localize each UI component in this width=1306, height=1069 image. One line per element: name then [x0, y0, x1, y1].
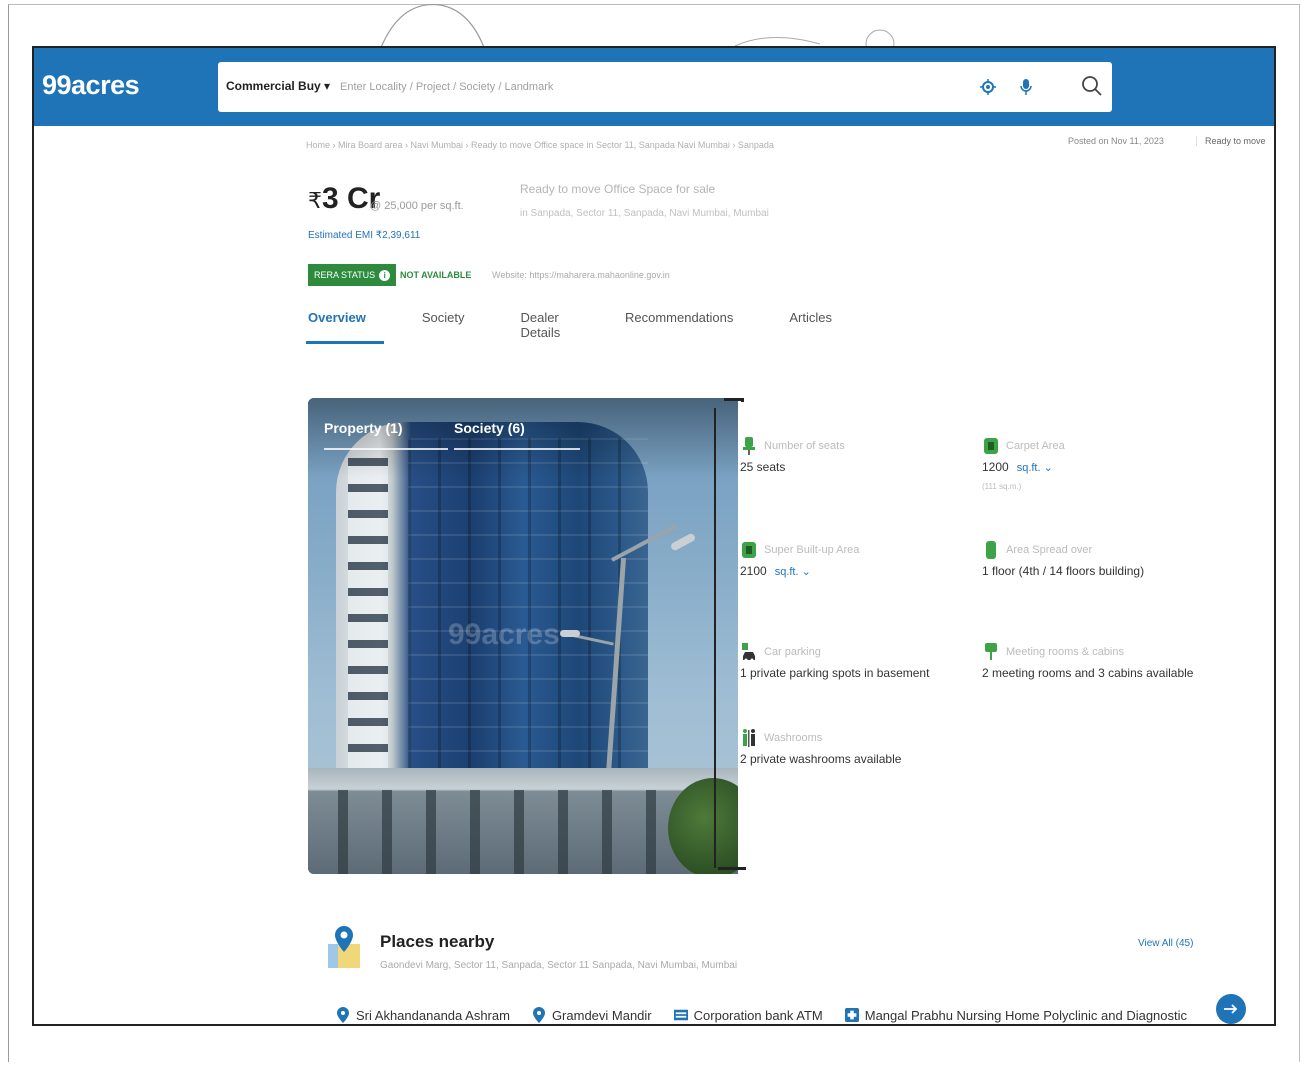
area-unit-dropdown[interactable]: sq.ft. ⌄	[1017, 462, 1053, 474]
hospital-icon	[844, 1008, 859, 1022]
place-chip[interactable]: Gramdevi Mandir	[532, 1003, 652, 1024]
map-pin-icon	[337, 1007, 349, 1023]
photo-gallery[interactable]: 99acres Property (1) Society (6)	[308, 398, 738, 874]
listing-title: Ready to move Office Space for sale	[520, 182, 716, 196]
search-icon[interactable]	[1078, 72, 1106, 100]
emi-estimate-link[interactable]: Estimated EMI ₹2,39,611	[308, 230, 420, 241]
places-map-icon	[328, 926, 360, 968]
places-address: Gaondevi Marg, Sector 11, Sanpada, Secto…	[380, 960, 738, 971]
site-logo[interactable]: 99acres	[42, 70, 140, 101]
breadcrumb[interactable]: Home › Mira Board area › Navi Mumbai › R…	[306, 140, 1051, 150]
possession-status: Ready to move	[1196, 136, 1266, 146]
info-icon: i	[379, 269, 391, 281]
rera-website[interactable]: Website: https://maharera.mahaonline.gov…	[492, 270, 670, 280]
gallery-tab-property[interactable]: Property (1)	[324, 420, 403, 436]
listing-address: in Sanpada, Sector 11, Sanpada, Navi Mum…	[520, 208, 769, 219]
map-pin-icon	[532, 1007, 545, 1023]
section-tabs: Overview Society Dealer Details Recommen…	[306, 300, 888, 348]
view-all-places-link[interactable]: View All (45)	[1138, 938, 1193, 949]
area-icon	[984, 438, 998, 454]
rera-status-badge[interactable]: RERA STATUS i	[308, 264, 397, 286]
location-target-icon[interactable]	[978, 76, 998, 98]
tab-overview[interactable]: Overview	[306, 300, 384, 344]
building-floors-icon	[986, 541, 996, 559]
tab-articles[interactable]: Articles	[789, 300, 832, 344]
arrow-right-icon	[1224, 1004, 1238, 1014]
rupee-icon: ₹	[308, 188, 322, 213]
microphone-icon[interactable]	[1016, 76, 1036, 98]
place-chip[interactable]: Sri Akhandananda Ashram	[336, 1003, 510, 1024]
atm-icon	[673, 1009, 688, 1021]
photo-watermark: 99acres	[448, 618, 560, 651]
tab-society[interactable]: Society	[422, 300, 465, 344]
area-unit-dropdown[interactable]: sq.ft. ⌄	[775, 566, 811, 578]
gallery-tab-society[interactable]: Society (6)	[454, 420, 525, 436]
price-per-sqft: @ 25,000 per sq.ft.	[370, 200, 464, 212]
nearby-places-list: Sri Akhandananda Ashram Gramdevi Mandir …	[336, 1003, 1236, 1024]
place-chip[interactable]: Mangal Prabhu Nursing Home Polyclinic an…	[844, 1003, 1187, 1024]
marker-bracket	[724, 398, 744, 402]
search-input[interactable]	[340, 74, 960, 100]
search-type-dropdown[interactable]: Commercial Buy ▾	[226, 79, 330, 93]
tab-recommendations[interactable]: Recommendations	[625, 300, 733, 344]
meeting-room-icon	[985, 643, 997, 660]
browser-viewport: 99acres Commercial Buy ▾ Home › Mira Boa…	[32, 46, 1276, 1026]
car-icon	[742, 643, 755, 662]
search-bar: Commercial Buy ▾	[218, 62, 1112, 112]
places-nearby-title: Places nearby	[380, 932, 495, 951]
top-navbar: 99acres Commercial Buy ▾	[34, 48, 1274, 126]
rera-status-value: NOT AVAILABLE	[400, 270, 472, 280]
area-icon	[742, 542, 756, 558]
posted-date: Posted on Nov 11, 2023	[1068, 136, 1164, 146]
scroll-next-button[interactable]	[1216, 994, 1246, 1024]
seat-icon	[743, 437, 755, 455]
washroom-icon	[743, 729, 755, 747]
tab-dealer-details[interactable]: Dealer Details	[520, 300, 569, 344]
place-chip[interactable]: Corporation bank ATM	[673, 1003, 823, 1024]
